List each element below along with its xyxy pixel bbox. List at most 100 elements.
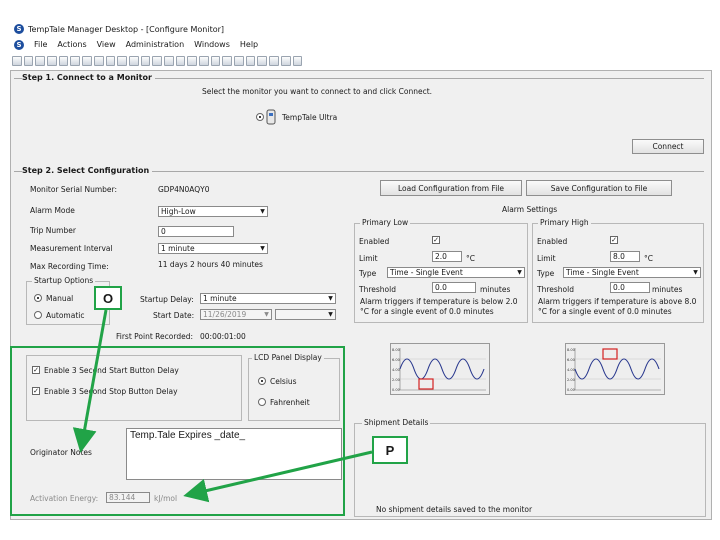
alarm-mode-select[interactable]: High-Low ▼	[158, 206, 268, 217]
toolbar-button-icon[interactable]	[58, 56, 69, 66]
serial-label: Monitor Serial Number:	[30, 185, 118, 194]
shipment-details-title: Shipment Details	[362, 418, 431, 427]
menu-administration[interactable]: Administration	[126, 40, 185, 49]
startup-options-title: Startup Options	[32, 276, 96, 285]
toolbar-button-icon[interactable]	[35, 56, 46, 66]
toolbar-button-icon[interactable]	[269, 56, 279, 66]
trip-number-label: Trip Number	[30, 226, 76, 235]
interval-select[interactable]: 1 minute ▼	[158, 243, 268, 254]
alarm-settings-title: Alarm Settings	[502, 205, 558, 214]
highlight-box	[10, 346, 345, 516]
startup-delay-select[interactable]: 1 minute ▼	[200, 293, 336, 304]
app-logo-icon: S	[14, 24, 24, 34]
high-limit-input[interactable]: 8.0	[610, 251, 640, 262]
high-enabled-checkbox[interactable]: ✓	[610, 236, 618, 244]
automatic-label: Automatic	[46, 311, 85, 320]
chevron-down-icon: ▼	[693, 269, 698, 276]
toolbar-button-icon[interactable]	[175, 56, 186, 66]
startup-delay-label: Startup Delay:	[140, 295, 194, 304]
title-bar: S TempTale Manager Desktop - [Configure …	[10, 22, 710, 36]
toolbar-button-icon[interactable]	[105, 56, 116, 66]
toolbar-button-icon[interactable]	[23, 56, 34, 66]
low-limit-label: Limit	[359, 254, 378, 263]
svg-text:2.00: 2.00	[392, 378, 400, 382]
high-type-value: Time - Single Event	[566, 268, 639, 277]
start-date-label: Start Date:	[153, 311, 195, 320]
load-config-button[interactable]: Load Configuration from File	[380, 180, 522, 196]
trip-number-input[interactable]: 0	[158, 226, 234, 237]
automatic-radio[interactable]	[34, 311, 42, 319]
manual-radio[interactable]	[34, 294, 42, 302]
step1-instruction: Select the monitor you want to connect t…	[202, 87, 433, 96]
low-alarm-note: Alarm triggers if temperature is below 2…	[360, 297, 518, 316]
menu-help[interactable]: Help	[240, 40, 258, 49]
toolbar-button-icon[interactable]	[163, 56, 174, 66]
toolbar-button-icon[interactable]	[12, 56, 22, 66]
first-point-value: 00:00:01:00	[200, 332, 246, 341]
toolbar-button-icon[interactable]	[222, 56, 233, 66]
max-recording-label: Max Recording Time:	[30, 262, 109, 271]
toolbar-button-icon[interactable]	[292, 56, 303, 66]
toolbar-button-icon[interactable]	[257, 56, 268, 66]
svg-text:8.00: 8.00	[392, 348, 400, 352]
temptale-device-icon	[266, 109, 276, 125]
low-threshold-input[interactable]: 0.0	[432, 282, 476, 293]
device-label: TempTale Ultra	[282, 113, 338, 122]
menu-actions[interactable]: Actions	[57, 40, 86, 49]
serial-value: GDP4N0AQY0	[158, 185, 210, 194]
step2-heading: Step 2. Select Configuration	[22, 166, 153, 175]
toolbar-button-icon[interactable]	[199, 56, 209, 66]
toolbar-button-icon[interactable]	[245, 56, 256, 66]
manual-label: Manual	[46, 294, 74, 303]
toolbar-button-icon[interactable]	[128, 56, 139, 66]
toolbar-button-icon[interactable]	[117, 56, 127, 66]
svg-text:4.00: 4.00	[567, 368, 575, 372]
save-config-button[interactable]: Save Configuration to File	[526, 180, 672, 196]
toolbar-button-icon[interactable]	[210, 56, 221, 66]
menu-view[interactable]: View	[97, 40, 116, 49]
high-type-select[interactable]: Time - Single Event ▼	[563, 267, 701, 278]
svg-text:4.00: 4.00	[392, 368, 400, 372]
svg-text:6.00: 6.00	[392, 358, 400, 362]
svg-text:0.00: 0.00	[392, 388, 400, 392]
interval-value: 1 minute	[161, 244, 195, 253]
toolbar-button-icon[interactable]	[280, 56, 291, 66]
toolbar-button-icon[interactable]	[82, 56, 92, 66]
callout-p: P	[372, 436, 408, 464]
app-logo-icon[interactable]: S	[14, 39, 24, 50]
toolbar-button-icon[interactable]	[187, 56, 197, 66]
high-alarm-graph: 8.00 6.00 4.00 2.00 0.00	[565, 343, 665, 395]
low-type-select[interactable]: Time - Single Event ▼	[387, 267, 525, 278]
low-type-label: Type	[359, 269, 377, 278]
toolbar-button-icon[interactable]	[152, 56, 162, 66]
menu-file[interactable]: File	[34, 40, 47, 49]
high-threshold-input[interactable]: 0.0	[610, 282, 650, 293]
step1-heading: Step 1. Connect to a Monitor	[22, 73, 155, 82]
toolbar-button-icon[interactable]	[140, 56, 151, 66]
toolbar-button-icon[interactable]	[70, 56, 81, 66]
low-alarm-graph: 8.00 6.00 4.00 2.00 0.00	[390, 343, 490, 395]
start-date-picker[interactable]: 11/26/2019 ▼	[200, 309, 272, 320]
window-title: TempTale Manager Desktop - [Configure Mo…	[28, 24, 225, 34]
primary-low-title: Primary Low	[360, 218, 411, 227]
svg-text:0.00: 0.00	[567, 388, 575, 392]
toolbar-button-icon[interactable]	[93, 56, 104, 66]
toolbar-button-icon[interactable]	[234, 56, 244, 66]
primary-high-title: Primary High	[538, 218, 591, 227]
low-type-value: Time - Single Event	[390, 268, 463, 277]
toolbar	[12, 54, 303, 68]
chevron-down-icon: ▼	[260, 245, 265, 252]
toolbar-button-icon[interactable]	[47, 56, 57, 66]
chevron-down-icon: ▼	[264, 311, 269, 318]
low-enabled-checkbox[interactable]: ✓	[432, 236, 440, 244]
start-time-picker[interactable]: ▼	[275, 309, 336, 320]
low-threshold-unit: minutes	[480, 285, 511, 294]
shipment-empty-text: No shipment details saved to the monitor	[376, 505, 533, 514]
connect-button[interactable]: Connect	[632, 139, 704, 154]
device-radio[interactable]	[256, 113, 264, 121]
interval-label: Measurement Interval	[30, 244, 113, 253]
high-enabled-label: Enabled	[537, 237, 568, 246]
low-limit-input[interactable]: 2.0	[432, 251, 462, 262]
menu-windows[interactable]: Windows	[194, 40, 230, 49]
high-alarm-note: Alarm triggers if temperature is above 8…	[538, 297, 697, 316]
